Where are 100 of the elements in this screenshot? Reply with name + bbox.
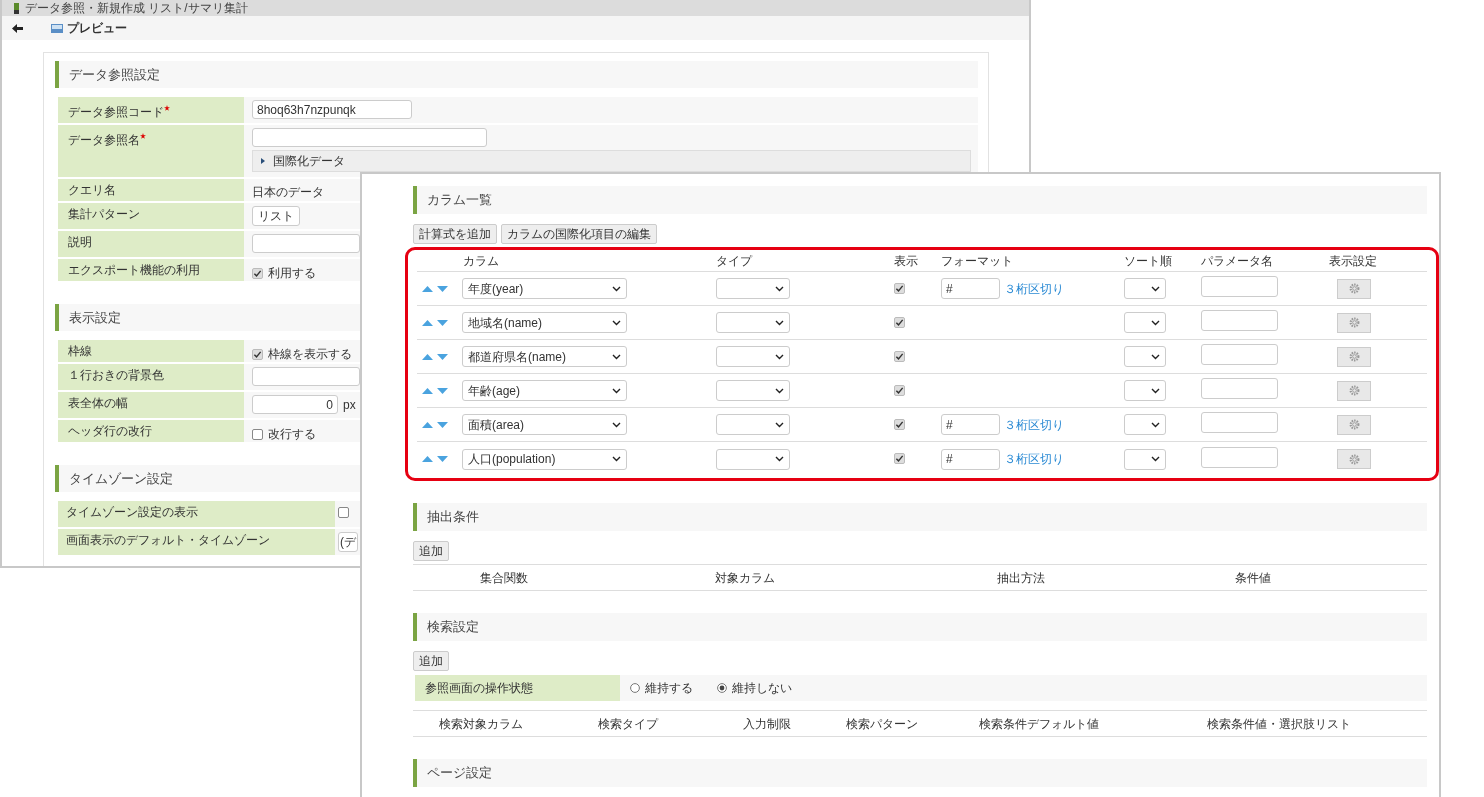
field-label: 集計パターン [58, 203, 244, 229]
action-button[interactable]: 計算式を追加 [413, 224, 497, 244]
expander-label: 国際化データ [273, 153, 345, 169]
select-field[interactable]: (デ [338, 532, 358, 552]
sort-select[interactable] [1124, 346, 1166, 367]
parameter-field[interactable] [1201, 378, 1278, 399]
action-button[interactable]: 追加 [413, 651, 449, 671]
field-label: エクスポート機能の利用 [58, 259, 244, 281]
chevron-down-icon [775, 285, 784, 292]
parameter-field[interactable] [1201, 276, 1278, 297]
column-header: 検索パターン [845, 715, 919, 732]
checkbox[interactable] [338, 507, 349, 518]
chevron-down-icon [1151, 387, 1160, 394]
column-header: パラメータ名 [1201, 252, 1274, 269]
type-select[interactable] [716, 346, 790, 367]
section-header: カラム一覧 [413, 186, 1427, 214]
column-select[interactable]: 年度(year) [462, 278, 627, 299]
chevron-down-icon [1151, 285, 1160, 292]
action-button[interactable]: カラムの国際化項目の編集 [501, 224, 657, 244]
checkbox[interactable] [252, 348, 263, 360]
number-field[interactable]: 0 [252, 395, 338, 414]
checkbox[interactable] [894, 418, 905, 430]
checkbox[interactable] [894, 316, 905, 328]
chevron-down-icon [1151, 421, 1160, 428]
parameter-field[interactable] [1201, 310, 1278, 331]
checkbox-label: 利用する [268, 265, 316, 281]
type-select[interactable] [716, 380, 790, 401]
settings-button[interactable] [1337, 380, 1371, 401]
settings-button[interactable] [1337, 414, 1371, 435]
format-link[interactable]: ３桁区切り [1004, 280, 1064, 297]
column-header: 検索対象カラム [438, 715, 524, 732]
sort-select[interactable] [1124, 448, 1166, 470]
column-select[interactable]: 地域名(name) [462, 312, 627, 333]
checkbox[interactable] [894, 384, 905, 396]
settings-button[interactable] [1337, 346, 1371, 367]
parameter-field[interactable] [1201, 412, 1278, 433]
move-down-icon[interactable] [437, 353, 448, 360]
chevron-down-icon [775, 387, 784, 394]
move-up-icon[interactable] [422, 387, 433, 394]
settings-icon [1348, 283, 1360, 294]
type-select[interactable] [716, 312, 790, 333]
format-link[interactable]: ３桁区切り [1004, 416, 1064, 433]
format-field[interactable]: # [941, 414, 1000, 435]
select-field[interactable]: リスト [252, 206, 300, 226]
type-select[interactable] [716, 414, 790, 435]
column-select[interactable]: 人口(population) [462, 448, 627, 470]
move-up-icon[interactable] [422, 285, 433, 292]
settings-button[interactable] [1337, 312, 1371, 333]
checkbox[interactable] [894, 350, 905, 362]
type-select[interactable] [716, 448, 790, 470]
move-up-icon[interactable] [422, 319, 433, 326]
text-field[interactable] [252, 234, 360, 253]
checkbox-label: 枠線を表示する [268, 346, 352, 362]
move-down-icon[interactable] [437, 285, 448, 292]
checkbox[interactable] [252, 428, 263, 440]
chevron-down-icon [1151, 319, 1160, 326]
move-down-icon[interactable] [437, 456, 448, 462]
chevron-down-icon [775, 421, 784, 428]
move-up-icon[interactable] [422, 353, 433, 360]
field-value: 日本のデータ [252, 184, 324, 200]
move-up-icon[interactable] [422, 421, 433, 428]
parameter-field[interactable] [1201, 344, 1278, 365]
window-icon [14, 2, 19, 14]
field-label: 枠線 [58, 340, 244, 362]
text-field[interactable]: 8hoq63h7nzpunqk [252, 100, 412, 119]
move-up-icon[interactable] [422, 456, 433, 462]
back-arrow-icon[interactable] [12, 23, 23, 33]
column-select[interactable]: 都道府県名(name) [462, 346, 627, 367]
format-field[interactable]: # [941, 278, 1000, 299]
column-header: 条件値 [1234, 569, 1272, 586]
format-link[interactable]: ３桁区切り [1004, 451, 1064, 467]
settings-button[interactable] [1337, 278, 1371, 299]
move-down-icon[interactable] [437, 387, 448, 394]
checkbox[interactable] [894, 453, 905, 464]
sort-select[interactable] [1124, 414, 1166, 435]
sort-select[interactable] [1124, 312, 1166, 333]
settings-button[interactable] [1337, 449, 1371, 469]
text-field[interactable] [252, 128, 487, 147]
sort-select[interactable] [1124, 278, 1166, 299]
checkbox[interactable] [894, 282, 905, 294]
format-field[interactable]: # [941, 448, 1000, 470]
expander-bar[interactable]: 国際化データ [252, 150, 971, 172]
text-field[interactable] [252, 367, 360, 386]
column-select[interactable]: 面積(area) [462, 414, 627, 435]
radio-button[interactable] [717, 683, 727, 693]
move-down-icon[interactable] [437, 421, 448, 428]
column-select[interactable]: 年齢(age) [462, 380, 627, 401]
column-header: 検索条件値・選択肢リスト [1206, 715, 1352, 732]
type-select[interactable] [716, 278, 790, 299]
preview-button[interactable]: プレビュー [51, 20, 127, 36]
radio-button[interactable] [630, 683, 640, 693]
parameter-field[interactable] [1201, 446, 1278, 468]
caret-right-icon [261, 158, 265, 164]
sort-select[interactable] [1124, 380, 1166, 401]
move-down-icon[interactable] [437, 319, 448, 326]
action-button[interactable]: 追加 [413, 541, 449, 561]
section-header: 検索設定 [413, 613, 1427, 641]
section-header: 抽出条件 [413, 503, 1427, 531]
checkbox[interactable] [252, 267, 263, 279]
column-header: 表示設定 [1329, 252, 1378, 269]
